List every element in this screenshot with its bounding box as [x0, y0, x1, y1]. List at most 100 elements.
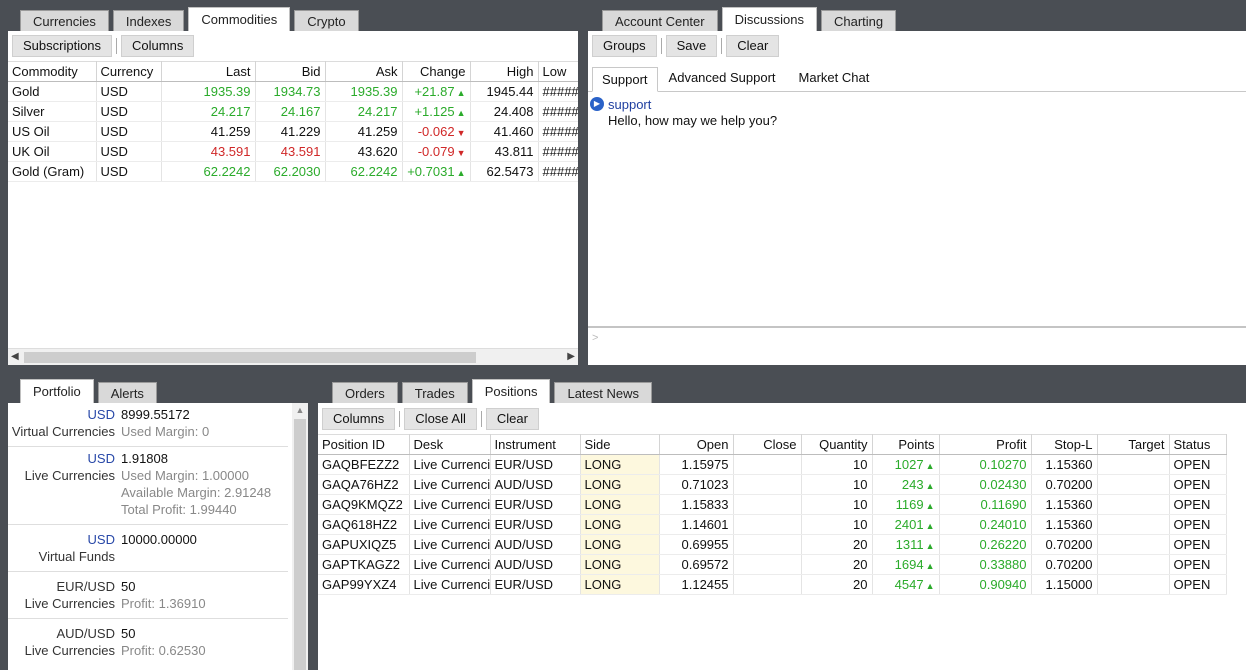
position-points: 1027 ▲ — [872, 454, 940, 475]
close-all-button[interactable]: Close All — [404, 407, 477, 430]
up-arrow-icon: ▲ — [925, 461, 935, 471]
scrollbar-thumb[interactable] — [294, 419, 306, 670]
col-profit[interactable]: Profit — [939, 434, 1032, 455]
tab-currencies[interactable]: Currencies — [20, 10, 109, 32]
position-side: LONG — [580, 554, 660, 575]
col-desk[interactable]: Desk — [409, 434, 491, 455]
commodity-bid: 41.229 — [255, 121, 326, 142]
clear-button[interactable]: Clear — [726, 35, 780, 57]
portfolio-entry[interactable]: AUD/USD 50 Live Currencies Profit: 0.62530 — [8, 619, 288, 665]
chat-input[interactable]: > — [588, 328, 1246, 363]
balance-currency: USD — [87, 407, 115, 422]
position-instrument: AUD/USD — [490, 554, 581, 575]
col-stop-loss[interactable]: Stop-L — [1031, 434, 1098, 455]
table-row[interactable]: GAQA76HZ2 Live Currencies AUD/USD LONG 0… — [318, 474, 1227, 495]
save-button[interactable]: Save — [665, 35, 718, 57]
portfolio-entry[interactable]: USD 10000.00000 Virtual Funds — [8, 525, 288, 572]
col-low[interactable]: Low — [538, 61, 578, 82]
position-profit: 0.90940 — [939, 574, 1032, 595]
col-instrument[interactable]: Instrument — [490, 434, 581, 455]
position-desk: Live Currencies — [409, 574, 491, 595]
subtab-market-chat[interactable]: Market Chat — [787, 66, 882, 91]
tab-indexes[interactable]: Indexes — [112, 10, 185, 32]
change-value: -0.079 — [417, 144, 455, 159]
tab-discussions[interactable]: Discussions — [721, 7, 817, 32]
col-close[interactable]: Close — [733, 434, 802, 455]
scroll-up-icon[interactable]: ▲ — [292, 403, 308, 417]
commodities-panel: Subscriptions Columns Commodity Currency… — [8, 31, 578, 365]
col-change[interactable]: Change — [402, 61, 471, 82]
table-row[interactable]: GAP99YXZ4 Live Currencies EUR/USD LONG 1… — [318, 574, 1227, 595]
table-row[interactable]: UK Oil USD 43.591 43.591 43.620 -0.079 ▼ … — [8, 141, 578, 162]
table-row[interactable]: GAQ9KMQZ2 Live Currencies EUR/USD LONG 1… — [318, 494, 1227, 515]
subscriptions-button[interactable]: Subscriptions — [12, 35, 113, 57]
desk-label: Live Currencies — [24, 596, 115, 611]
col-ask[interactable]: Ask — [325, 61, 403, 82]
col-side[interactable]: Side — [580, 434, 660, 455]
portfolio-entry[interactable]: USD 8999.55172 Virtual Currencies Used Mar… — [8, 403, 288, 447]
col-currency[interactable]: Currency — [96, 61, 162, 82]
position-profit: 0.02430 — [939, 474, 1032, 495]
commodity-high: 62.5473 — [470, 161, 539, 182]
groups-button[interactable]: Groups — [592, 35, 657, 57]
chat-sender[interactable]: support — [608, 97, 651, 112]
clear-button[interactable]: Clear — [485, 407, 539, 430]
col-points[interactable]: Points — [872, 434, 940, 455]
table-row[interactable]: Silver USD 24.217 24.167 24.217 +1.125 ▲ … — [8, 101, 578, 122]
balance-currency: USD — [87, 532, 115, 547]
scroll-right-icon[interactable]: ▶ — [567, 351, 575, 362]
position-points: 243 ▲ — [872, 474, 940, 495]
commodity-currency: USD — [96, 121, 162, 142]
col-high[interactable]: High — [470, 61, 539, 82]
horizontal-scrollbar[interactable]: ◀ ▶ — [8, 348, 578, 365]
desk-label: Live Currencies — [24, 468, 115, 483]
tab-crypto[interactable]: Crypto — [294, 10, 359, 32]
commodity-ask: 41.259 — [325, 121, 403, 142]
col-last[interactable]: Last — [161, 61, 256, 82]
position-id: GAQ9KMQZ2 — [318, 494, 410, 515]
down-arrow-icon: ▼ — [456, 148, 466, 158]
table-row[interactable]: Gold (Gram) USD 62.2242 62.2030 62.2242 … — [8, 161, 578, 182]
tab-orders[interactable]: Orders — [332, 382, 398, 404]
tab-trades[interactable]: Trades — [401, 382, 468, 404]
columns-button[interactable]: Columns — [121, 35, 195, 57]
col-position-id[interactable]: Position ID — [318, 434, 410, 455]
tab-account-center[interactable]: Account Center — [602, 10, 718, 32]
position-target — [1097, 514, 1170, 535]
position-stop-loss: 0.70200 — [1031, 534, 1098, 555]
tab-commodities[interactable]: Commodities — [188, 7, 291, 32]
position-target — [1097, 534, 1170, 555]
scroll-left-icon[interactable]: ◀ — [11, 351, 19, 362]
subtab-advanced-support[interactable]: Advanced Support — [658, 66, 787, 91]
col-commodity[interactable]: Commodity — [8, 61, 97, 82]
change-value: -0.062 — [417, 124, 455, 139]
portfolio-entry[interactable]: EUR/USD 50 Live Currencies Profit: 1.36910 — [8, 572, 288, 619]
table-row[interactable]: GAPUXIQZ5 Live Currencies AUD/USD LONG 0… — [318, 534, 1227, 555]
table-row[interactable]: GAPTKAGZ2 Live Currencies AUD/USD LONG 0… — [318, 554, 1227, 575]
portfolio-entry[interactable]: USD 1.91808 Live Currencies Used Margin: 1… — [8, 447, 288, 525]
col-open[interactable]: Open — [659, 434, 734, 455]
tab-portfolio[interactable]: Portfolio — [20, 379, 94, 404]
profit-label: Profit: — [121, 596, 155, 611]
position-stop-loss: 0.70200 — [1031, 554, 1098, 575]
subtab-support[interactable]: Support — [592, 67, 658, 92]
tab-charting[interactable]: Charting — [820, 10, 897, 32]
scrollbar-thumb[interactable] — [24, 352, 476, 363]
position-open: 0.69955 — [659, 534, 734, 555]
position-stop-loss: 1.15360 — [1031, 514, 1098, 535]
tab-alerts[interactable]: Alerts — [97, 382, 157, 404]
columns-button[interactable]: Columns — [322, 407, 396, 430]
table-row[interactable]: Gold USD 1935.39 1934.73 1935.39 +21.87 ▲… — [8, 81, 578, 102]
col-status[interactable]: Status — [1169, 434, 1227, 455]
position-side: LONG — [580, 474, 660, 495]
vertical-scrollbar[interactable]: ▲ — [292, 403, 308, 670]
tab-positions[interactable]: Positions — [471, 379, 551, 404]
table-row[interactable]: US Oil USD 41.259 41.229 41.259 -0.062 ▼ … — [8, 121, 578, 142]
col-target[interactable]: Target — [1097, 434, 1170, 455]
col-bid[interactable]: Bid — [255, 61, 326, 82]
tab-latest-news[interactable]: Latest News — [554, 382, 653, 404]
commodity-last: 41.259 — [161, 121, 256, 142]
col-quantity[interactable]: Quantity — [801, 434, 873, 455]
table-row[interactable]: GAQBFEZZ2 Live Currencies EUR/USD LONG 1… — [318, 454, 1227, 475]
table-row[interactable]: GAQ618HZ2 Live Currencies EUR/USD LONG 1… — [318, 514, 1227, 535]
